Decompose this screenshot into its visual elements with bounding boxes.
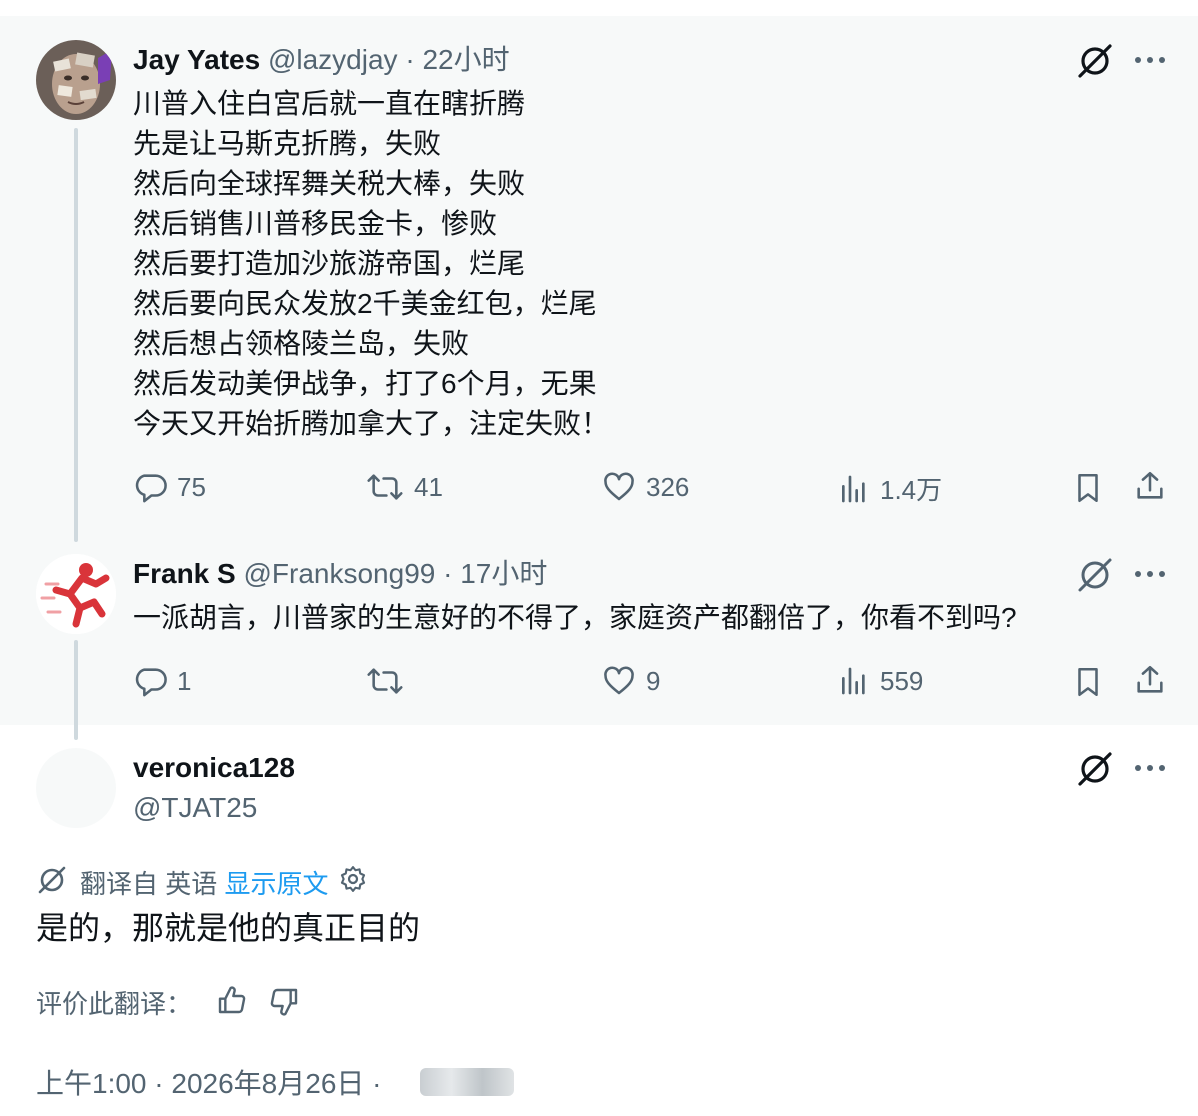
like-button[interactable]: 326 — [602, 470, 689, 504]
like-count: 9 — [646, 665, 661, 696]
like-count: 326 — [646, 471, 690, 502]
translate-icon[interactable] — [1076, 750, 1114, 793]
translate-icon — [36, 864, 68, 901]
thumbs-down-icon[interactable] — [268, 986, 300, 1023]
author-handle[interactable]: @TJAT25 — [133, 790, 257, 826]
author-name[interactable]: veronica128 — [133, 750, 295, 786]
like-icon — [604, 472, 634, 501]
more-icon[interactable] — [1134, 562, 1166, 591]
translate-icon[interactable] — [1076, 42, 1114, 85]
reply-icon — [135, 668, 167, 697]
tweet-line: 然后销售川普移民金卡，惨败 — [133, 208, 498, 239]
reply-button[interactable]: 75 — [133, 470, 206, 504]
author-handle[interactable]: @Franksong99 — [243, 558, 435, 589]
like-button[interactable]: 9 — [602, 664, 660, 698]
tweet-line: 然后要向民众发放2千美金红包，烂尾 — [133, 288, 597, 319]
tweet-line: 然后向全球挥舞关税大棒，失败 — [133, 168, 526, 199]
reply-count: 75 — [177, 471, 206, 502]
tweet-header: Frank S @Franksong99 · 17小时 — [133, 558, 548, 589]
tweet-line: 然后想占领格陵兰岛，失败 — [133, 328, 470, 359]
translate-icon[interactable] — [1076, 556, 1114, 599]
views-count: 559 — [880, 665, 924, 696]
tweet-timestamp[interactable]: 上午1:00 · 2026年8月26日 · — [36, 1062, 382, 1102]
avatar[interactable] — [36, 748, 116, 828]
tweet-header: Jay Yates @lazydjay · 22小时 — [133, 44, 510, 75]
author-handle[interactable]: @lazydjay — [268, 44, 398, 75]
reply-count: 1 — [177, 665, 192, 696]
share-icon[interactable] — [1133, 468, 1167, 509]
views-button[interactable]: 559 — [838, 664, 923, 698]
tweet-line: 川普入住白宫后就一直在瞎折腾 — [133, 88, 526, 119]
reply-button[interactable]: 1 — [133, 664, 191, 698]
tweet-line: 今天又开始折腾加拿大了，注定失败！ — [133, 408, 610, 439]
tweet-text: 一派胡言，川普家的生意好的不得了，家庭资产都翻倍了，你看不到吗? — [133, 598, 1017, 638]
tweet-line: 是的，那就是他的真正目的 — [36, 910, 421, 946]
author-name[interactable]: Frank S — [133, 558, 236, 589]
bookmark-icon[interactable] — [1071, 664, 1105, 705]
like-icon — [604, 666, 634, 695]
tweet-text: 川普入住白宫后就一直在瞎折腾 先是让马斯克折腾，失败 然后向全球挥舞关税大棒，失… — [133, 84, 609, 444]
views-count: 1.4万 — [880, 475, 943, 505]
views-icon — [842, 475, 865, 502]
author-name[interactable]: Jay Yates — [133, 44, 260, 75]
tweet-line: 一派胡言，川普家的生意好的不得了，家庭资产都翻倍了，你看不到吗? — [133, 602, 1017, 633]
show-original-link[interactable]: 显示原文 — [224, 869, 328, 899]
blurred-views — [420, 1068, 514, 1096]
retweet-icon — [367, 668, 403, 694]
thumbs-up-icon[interactable] — [216, 984, 248, 1021]
tweet-time[interactable]: 17小时 — [460, 558, 547, 589]
retweet-button[interactable] — [366, 664, 414, 698]
reply-icon — [135, 474, 167, 503]
tweet-line: 然后要打造加沙旅游帝国，烂尾 — [133, 248, 526, 279]
thread-line — [74, 640, 78, 740]
gear-icon[interactable] — [338, 864, 368, 899]
rate-translation-label: 评价此翻译： — [36, 989, 193, 1019]
tweet-time[interactable]: 22小时 — [422, 44, 509, 75]
more-icon[interactable] — [1134, 48, 1166, 77]
more-icon[interactable] — [1134, 756, 1166, 785]
retweet-icon — [367, 474, 403, 500]
retweet-button[interactable]: 41 — [366, 470, 443, 504]
share-icon[interactable] — [1133, 662, 1167, 703]
views-icon — [842, 667, 865, 695]
thread-line — [74, 128, 78, 542]
avatar[interactable] — [36, 554, 116, 634]
views-button[interactable]: 1.4万 — [838, 470, 942, 507]
tweet-text: 是的，那就是他的真正目的 — [36, 906, 420, 950]
retweet-count: 41 — [414, 471, 443, 502]
translation-bar: 翻译自 英语 显示原文 — [80, 864, 328, 901]
tweet-line: 然后发动美伊战争，打了6个月，无果 — [133, 368, 597, 399]
tweet-line: 先是让马斯克折腾，失败 — [133, 128, 442, 159]
avatar[interactable] — [36, 40, 116, 120]
bookmark-icon[interactable] — [1071, 470, 1105, 511]
translated-from-label: 翻译自 英语 — [80, 869, 218, 899]
